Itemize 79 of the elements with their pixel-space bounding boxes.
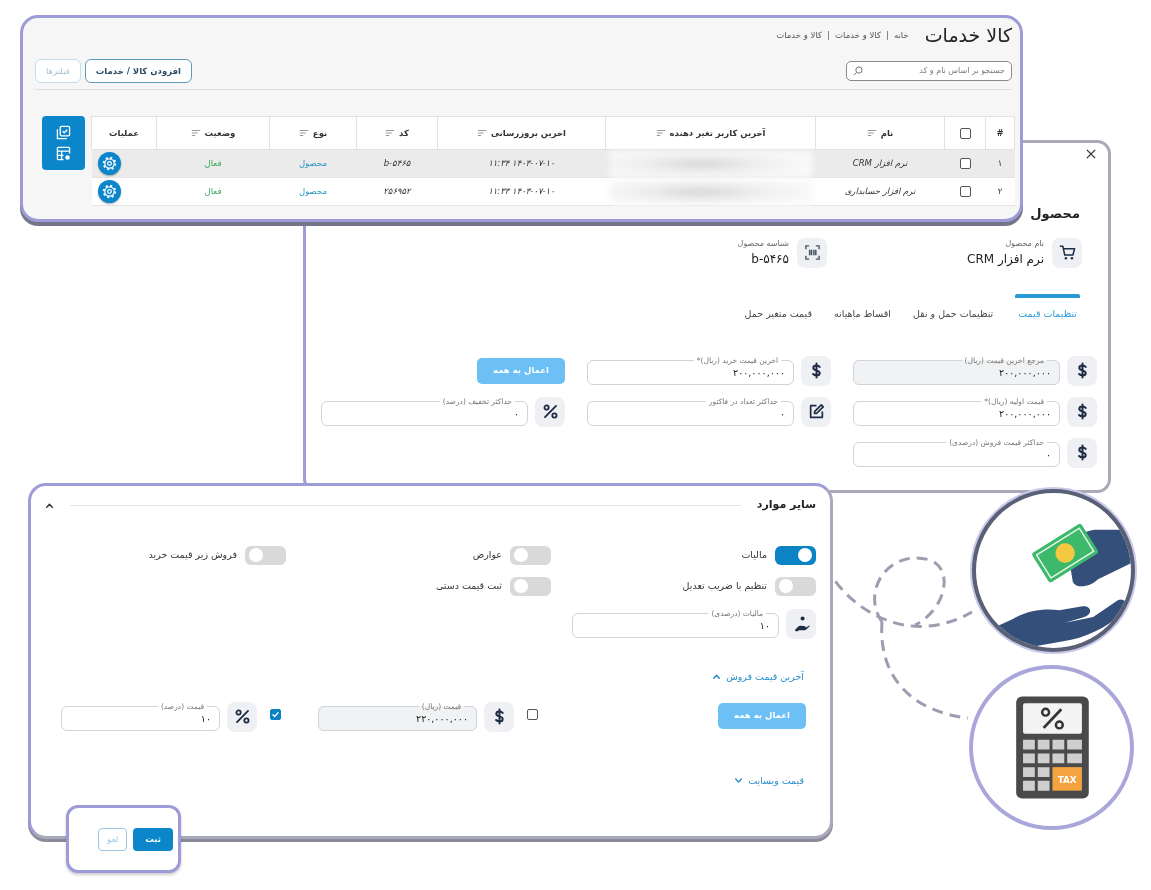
column-header[interactable]: آخرین کاربر تغیر دهنده bbox=[669, 127, 766, 138]
toggle-label: ثبت قیمت دستی bbox=[435, 578, 502, 593]
table-cell: b-۵۴۶۵ bbox=[383, 158, 411, 169]
breadcrumb-link[interactable]: خانه bbox=[893, 28, 909, 42]
percent-icon bbox=[227, 701, 257, 732]
key-label: TAX bbox=[1057, 774, 1077, 785]
dollar-icon bbox=[801, 355, 831, 386]
sort-icon[interactable] bbox=[866, 129, 877, 138]
submit-button[interactable]: ثبت bbox=[133, 827, 173, 851]
table-cell: محصول bbox=[299, 158, 327, 169]
toggle-switch[interactable] bbox=[510, 576, 551, 596]
checkbox[interactable] bbox=[270, 708, 281, 720]
page-title: کالا خدمات bbox=[924, 23, 1012, 47]
sort-icon[interactable] bbox=[298, 129, 309, 138]
dollar-icon bbox=[484, 701, 514, 732]
field-label: نام محصول bbox=[1004, 237, 1044, 250]
chevron-down-icon bbox=[734, 776, 744, 786]
add-button[interactable]: افزودن کالا / خدمات bbox=[84, 59, 192, 83]
row-number: ۱ bbox=[997, 158, 1003, 169]
section-link[interactable]: قیمت وبسایت bbox=[734, 773, 804, 788]
checkbox[interactable] bbox=[959, 158, 971, 170]
toggle-switch[interactable] bbox=[775, 576, 816, 596]
table-cell: محصول bbox=[299, 186, 327, 197]
dollar-icon bbox=[1067, 355, 1097, 386]
search-icon bbox=[853, 66, 863, 76]
settings-button[interactable] bbox=[97, 180, 121, 203]
column-header[interactable]: عملیات bbox=[108, 127, 140, 138]
field-value: b-۵۴۶۵ bbox=[750, 250, 789, 268]
field-label: شناسه محصول bbox=[737, 237, 789, 250]
dollar-icon bbox=[1067, 437, 1097, 468]
toggle-label: مالیات bbox=[741, 547, 767, 562]
toggle-label: تنظیم با ضریب تعدیل bbox=[682, 578, 767, 594]
hand-coin-icon bbox=[786, 608, 816, 639]
checklist-icon[interactable] bbox=[56, 125, 71, 140]
table-cell: نرم افزار CRM bbox=[852, 158, 908, 169]
close-button[interactable] bbox=[1085, 148, 1097, 160]
settings-button[interactable] bbox=[97, 152, 121, 175]
tab[interactable]: قیمت متغیر حمل bbox=[744, 293, 813, 321]
sort-icon[interactable] bbox=[190, 129, 201, 138]
table-cell: نرم افزار حسابداری bbox=[844, 186, 916, 197]
field-value: نرم افزار CRM bbox=[967, 250, 1044, 268]
section-link[interactable]: آخرین قیمت فروش bbox=[712, 669, 804, 684]
edit-icon bbox=[801, 396, 831, 427]
section-title: سایر موارد bbox=[756, 497, 816, 513]
checkbox[interactable] bbox=[959, 127, 971, 139]
toggle-label: عوارض bbox=[472, 547, 502, 562]
barcode-icon bbox=[797, 237, 827, 268]
column-header[interactable]: نام bbox=[880, 127, 894, 138]
checkbox[interactable] bbox=[959, 186, 971, 198]
toggle-switch[interactable] bbox=[775, 545, 816, 565]
column-header[interactable]: وضعیت bbox=[204, 127, 236, 138]
toggle-switch[interactable] bbox=[245, 545, 286, 565]
breadcrumb-link[interactable]: کالا و خدمات bbox=[776, 28, 823, 42]
table-cell: ۱۴۰۳-۰۷-۱۰ ۱۱:۳۳ bbox=[488, 186, 555, 197]
column-header[interactable]: نوع bbox=[312, 127, 328, 138]
table-cell: فعال bbox=[204, 158, 222, 169]
toggle-switch[interactable] bbox=[510, 545, 551, 565]
column-header[interactable]: کد bbox=[399, 127, 409, 138]
row-number: ۲ bbox=[997, 186, 1003, 197]
checkbox[interactable] bbox=[527, 708, 538, 720]
dollar-icon bbox=[1067, 396, 1097, 427]
sort-icon[interactable] bbox=[655, 129, 666, 138]
table-cell: فعال bbox=[204, 186, 222, 197]
percent-icon bbox=[535, 396, 565, 427]
dialog-title: محصول bbox=[1029, 205, 1080, 223]
table-settings-icon[interactable] bbox=[56, 146, 71, 161]
chevron-up-icon bbox=[712, 672, 722, 682]
cart-icon bbox=[1052, 237, 1082, 268]
sort-icon[interactable] bbox=[385, 129, 396, 138]
breadcrumb-link[interactable]: کالا و خدمات bbox=[835, 28, 881, 42]
column-header[interactable]: # bbox=[996, 127, 1004, 138]
tab[interactable]: اقساط ماهیانه bbox=[834, 293, 891, 321]
search-field[interactable]: جستجو بر اساس نام و کد bbox=[846, 61, 1012, 81]
table-cell: ۱۴۰۳-۰۷-۱۰ ۱۱:۳۴ bbox=[488, 158, 555, 169]
toggle-label: فروش زیر قیمت خرید bbox=[148, 547, 237, 562]
tab[interactable]: تنظیمات حمل و نقل bbox=[912, 293, 994, 321]
column-header[interactable]: اخرین بروزرسانی bbox=[491, 127, 566, 138]
table-cell: ۲۵۶۹۵۲ bbox=[383, 186, 411, 197]
sort-icon[interactable] bbox=[477, 129, 487, 138]
